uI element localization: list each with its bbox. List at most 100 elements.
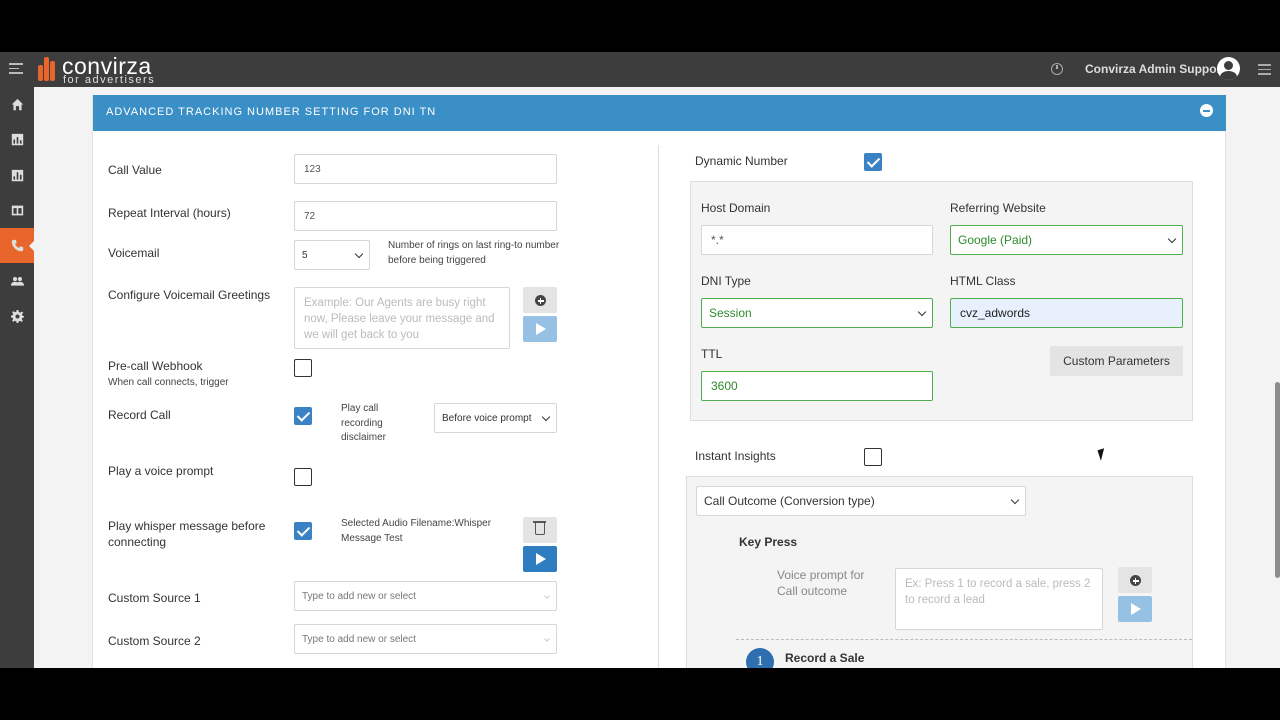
dashed-divider xyxy=(736,639,1192,640)
voice-prompt-outcome-textarea[interactable]: Ex: Press 1 to record a sale, press 2 to… xyxy=(895,568,1103,630)
top-bar: convirza for advertisers Convirza Admin … xyxy=(0,52,1280,87)
custom-source-2-label: Custom Source 2 xyxy=(108,634,201,648)
whisper-label: Play whisper message before connecting xyxy=(108,519,266,549)
play-greeting-button[interactable] xyxy=(523,316,557,342)
precall-webhook-label: Pre-call Webhook xyxy=(108,359,203,373)
play-icon xyxy=(536,553,546,565)
sidebar-item-settings[interactable] xyxy=(0,299,34,334)
play-icon xyxy=(1131,603,1141,615)
app-screen: convirza for advertisers Convirza Admin … xyxy=(0,52,1280,668)
sidebar-item-calls[interactable] xyxy=(0,228,35,263)
precall-webhook-sublabel: When call connects, trigger xyxy=(108,377,229,388)
voice-prompt-label: Play a voice prompt xyxy=(108,464,214,478)
menu-icon[interactable] xyxy=(1258,64,1271,75)
phone-icon xyxy=(11,239,23,252)
custom-source-1-select[interactable]: Type to add new or select xyxy=(294,581,557,611)
voice-prompt-checkbox[interactable] xyxy=(294,468,312,486)
chevron-down-icon xyxy=(541,412,551,422)
mouse-cursor-icon xyxy=(1097,448,1108,461)
chevron-down-icon xyxy=(544,593,550,599)
referring-website-select[interactable]: Google (Paid) xyxy=(950,225,1183,255)
voicemail-rings-select[interactable]: 5 xyxy=(294,240,370,270)
collapse-icon[interactable] xyxy=(1200,104,1213,117)
plus-circle-icon xyxy=(535,295,546,306)
clock-icon[interactable] xyxy=(1051,63,1063,75)
gear-icon xyxy=(10,310,24,323)
layout-icon xyxy=(11,205,23,216)
chevron-down-icon xyxy=(1010,495,1020,505)
record-call-label: Record Call xyxy=(108,408,171,422)
html-class-label: HTML Class xyxy=(950,274,1016,288)
dni-type-value: Session xyxy=(709,306,752,320)
sidebar-item-dashboard[interactable] xyxy=(0,122,34,157)
bar-chart-icon xyxy=(11,133,23,146)
chevron-down-icon xyxy=(1167,234,1177,244)
key-press-label: Key Press xyxy=(739,535,798,549)
column-divider xyxy=(658,145,659,668)
add-outcome-prompt-button[interactable] xyxy=(1118,567,1152,593)
dni-type-label: DNI Type xyxy=(701,274,751,288)
instant-insights-checkbox[interactable] xyxy=(864,448,882,466)
report-chart-icon xyxy=(11,169,23,182)
hamburger-menu-icon[interactable] xyxy=(9,63,23,75)
sidebar xyxy=(0,87,35,668)
delete-whisper-button[interactable] xyxy=(523,517,557,543)
user-name[interactable]: Convirza Admin Support xyxy=(1085,62,1225,76)
scrollbar-thumb[interactable] xyxy=(1275,382,1280,578)
greetings-textarea[interactable]: Example: Our Agents are busy right now, … xyxy=(294,287,510,349)
voicemail-note: Number of rings on last ring-to number b… xyxy=(388,240,560,266)
custom-parameters-button[interactable]: Custom Parameters xyxy=(1050,346,1183,376)
sidebar-item-reports[interactable] xyxy=(0,158,34,193)
sidebar-item-users[interactable] xyxy=(0,264,34,299)
custom-source-2-select[interactable]: Type to add new or select xyxy=(294,624,557,654)
play-icon xyxy=(536,323,546,335)
panel-title: ADVANCED TRACKING NUMBER SETTING FOR DNI… xyxy=(106,106,437,118)
panel-header[interactable]: ADVANCED TRACKING NUMBER SETTING FOR DNI… xyxy=(93,95,1226,131)
referring-website-label: Referring Website xyxy=(950,201,1046,215)
add-greeting-button[interactable] xyxy=(523,287,557,313)
disclaimer-label: Play call recording disclaimer xyxy=(341,403,387,443)
play-whisper-button[interactable] xyxy=(523,546,557,572)
step-number-badge: 1 xyxy=(746,648,774,668)
logo-icon xyxy=(38,57,60,81)
ttl-input[interactable]: 3600 xyxy=(701,371,933,401)
plus-circle-icon xyxy=(1130,575,1141,586)
voicemail-rings-value: 5 xyxy=(302,249,308,261)
custom-source-2-placeholder: Type to add new or select xyxy=(302,633,416,645)
sidebar-item-layout[interactable] xyxy=(0,193,34,228)
voicemail-label: Voicemail xyxy=(108,246,160,260)
dynamic-number-checkbox[interactable] xyxy=(864,153,882,171)
call-outcome-value: Call Outcome (Conversion type) xyxy=(704,494,875,508)
host-domain-label: Host Domain xyxy=(701,201,771,215)
custom-source-1-label: Custom Source 1 xyxy=(108,591,201,605)
host-domain-input[interactable]: *.* xyxy=(701,225,933,255)
custom-source-1-placeholder: Type to add new or select xyxy=(302,590,416,602)
call-value-label: Call Value xyxy=(108,163,162,177)
precall-webhook-checkbox[interactable] xyxy=(294,359,312,377)
play-outcome-prompt-button[interactable] xyxy=(1118,596,1152,622)
instant-insights-label: Instant Insights xyxy=(695,449,776,463)
html-class-input[interactable]: cvz_adwords xyxy=(950,298,1183,328)
voice-prompt-outcome-label: Voice prompt for Call outcome xyxy=(777,568,865,598)
disclaimer-select[interactable]: Before voice prompt xyxy=(434,403,557,433)
users-icon xyxy=(10,277,24,286)
record-call-checkbox[interactable] xyxy=(294,407,312,425)
disclaimer-value: Before voice prompt xyxy=(442,412,532,424)
call-outcome-select[interactable]: Call Outcome (Conversion type) xyxy=(696,486,1026,516)
advanced-settings-panel: ADVANCED TRACKING NUMBER SETTING FOR DNI… xyxy=(92,95,1226,668)
trash-icon xyxy=(533,521,546,535)
ttl-label: TTL xyxy=(701,347,723,361)
whisper-checkbox[interactable] xyxy=(294,522,312,540)
greetings-label: Configure Voicemail Greetings xyxy=(108,288,271,302)
dni-type-select[interactable]: Session xyxy=(701,298,933,328)
repeat-interval-label: Repeat Interval (hours) xyxy=(108,206,231,220)
repeat-interval-input[interactable]: 72 xyxy=(294,201,557,231)
whisper-filename: Selected Audio Filename:Whisper Message … xyxy=(341,518,492,544)
sidebar-item-home[interactable] xyxy=(0,87,34,122)
scrollbar-track[interactable] xyxy=(1272,87,1280,668)
call-value-input[interactable]: 123 xyxy=(294,154,557,184)
logo-subtitle: for advertisers xyxy=(63,74,156,86)
avatar[interactable] xyxy=(1217,57,1240,80)
chevron-down-icon xyxy=(917,307,927,317)
home-icon xyxy=(11,98,23,111)
